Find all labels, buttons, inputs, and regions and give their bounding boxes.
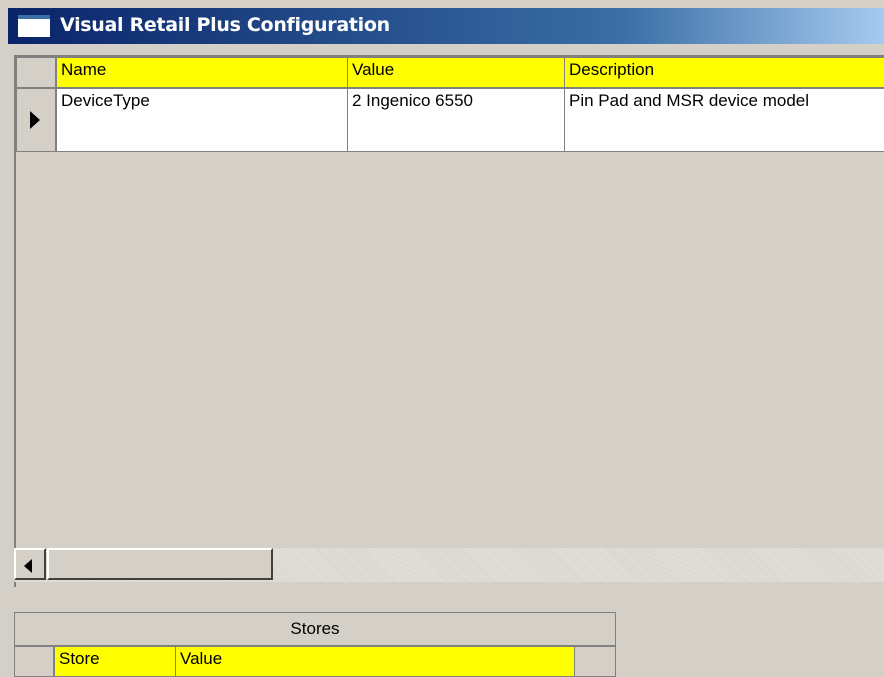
stores-grid-corner: [14, 646, 54, 677]
window-icon: [18, 15, 50, 37]
cell-description[interactable]: Pin Pad and MSR device model: [564, 88, 884, 152]
grid-corner: [16, 57, 56, 88]
stores-grid-tail: [574, 646, 616, 677]
window-title: Visual Retail Plus Configuration: [60, 14, 390, 36]
scrollbar-thumb[interactable]: [47, 548, 273, 580]
column-header-store[interactable]: Store: [54, 646, 176, 677]
scroll-left-arrow-icon: [24, 559, 32, 573]
horizontal-scrollbar[interactable]: [14, 548, 884, 582]
stores-grid[interactable]: Stores Store Value: [14, 612, 616, 677]
column-header-name[interactable]: Name: [56, 57, 348, 88]
cell-value[interactable]: 2 Ingenico 6550: [347, 88, 565, 152]
row-selector[interactable]: [16, 88, 56, 152]
column-header-value[interactable]: Value: [347, 57, 565, 88]
column-header-store-value[interactable]: Value: [175, 646, 575, 677]
scroll-left-button[interactable]: [14, 548, 46, 580]
window-frame: [0, 0, 8, 677]
title-bar[interactable]: Visual Retail Plus Configuration: [8, 8, 884, 44]
config-grid[interactable]: Name Value Description DeviceType 2 Inge…: [14, 55, 884, 587]
column-header-description[interactable]: Description: [564, 57, 884, 88]
current-row-arrow-icon: [30, 111, 40, 129]
stores-caption: Stores: [14, 612, 616, 646]
cell-name[interactable]: DeviceType: [56, 88, 348, 152]
